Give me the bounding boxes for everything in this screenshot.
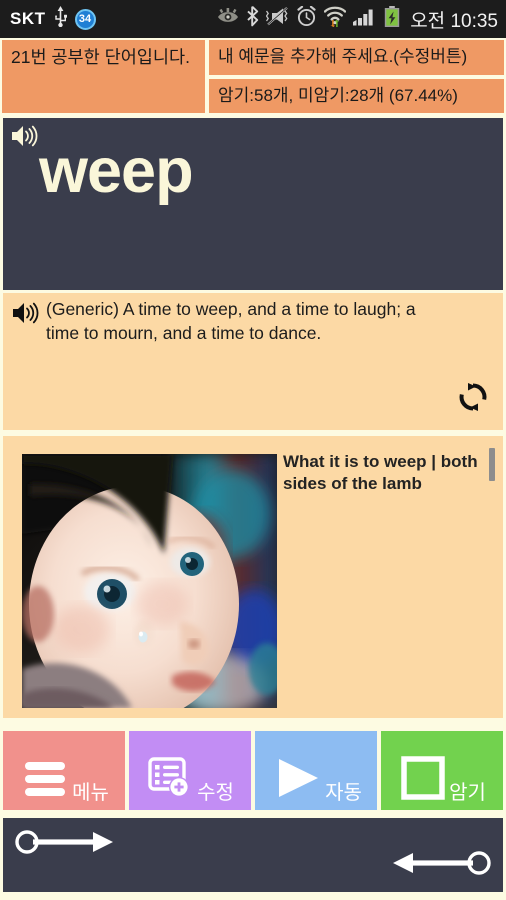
square-checkbox-icon <box>398 754 448 807</box>
example-sentence-text: (Generic) A time to weep, and a time to … <box>46 299 416 343</box>
battery-charging-icon <box>384 6 400 32</box>
study-count-label: 21번 공부한 단어입니다. <box>11 47 190 67</box>
auto-play-button[interactable]: 자동 <box>255 731 377 810</box>
sentence-speaker-icon[interactable] <box>12 301 39 330</box>
study-count-banner[interactable]: 21번 공부한 단어입니다. <box>2 40 205 113</box>
add-example-banner[interactable]: 내 예문을 추가해 주세요.(수정버튼) <box>209 40 504 75</box>
memorize-stats-banner[interactable]: 암기:58개, 미암기:28개 (67.44%) <box>209 78 504 113</box>
status-bar-left: SKT 34 <box>10 6 96 32</box>
alarm-clock-icon <box>296 5 317 32</box>
refresh-icon[interactable] <box>456 380 490 419</box>
auto-play-button-label: 자동 <box>325 782 362 804</box>
article-scrollbar-thumb[interactable] <box>489 448 495 481</box>
bluetooth-icon <box>246 5 259 32</box>
related-article-card[interactable]: What it is to weep | both sides of the l… <box>3 436 503 718</box>
notification-count-badge: 34 <box>74 8 96 30</box>
wifi-transfer-icon <box>324 6 347 32</box>
example-sentence-panel: (Generic) A time to weep, and a time to … <box>3 293 503 430</box>
action-button-row: 메뉴 수정 자동 암기 <box>3 731 503 810</box>
header-banner-area: 21번 공부한 단어입니다. 내 예문을 추가해 주세요.(수정버튼) 암기:5… <box>0 38 506 115</box>
play-icon <box>270 754 324 807</box>
hamburger-menu-icon <box>19 754 71 807</box>
cellular-signal-icon <box>353 7 377 31</box>
vibrate-mute-icon <box>265 7 289 31</box>
edit-button[interactable]: 수정 <box>129 731 251 810</box>
swipe-right-arrow-icon[interactable] <box>13 827 118 862</box>
article-scrollbar-track[interactable] <box>489 442 499 712</box>
article-title: What it is to weep | both sides of the l… <box>283 452 478 494</box>
edit-button-label: 수정 <box>197 782 234 804</box>
eye-care-icon <box>217 8 239 30</box>
add-example-label: 내 예문을 추가해 주세요.(수정버튼) <box>218 47 468 67</box>
vocabulary-word: weep <box>39 136 194 206</box>
status-bar-right: 오전 10:35 <box>217 5 498 33</box>
carrier-label: SKT <box>10 9 46 28</box>
edit-list-add-icon <box>146 754 196 807</box>
usb-icon <box>53 6 68 32</box>
status-clock: 오전 10:35 <box>410 10 498 32</box>
swipe-left-arrow-icon[interactable] <box>388 848 493 883</box>
memorize-button[interactable]: 암기 <box>381 731 503 810</box>
word-speaker-icon[interactable] <box>11 124 38 153</box>
menu-button-label: 메뉴 <box>72 782 109 804</box>
memorize-button-label: 암기 <box>449 782 486 804</box>
word-panel[interactable]: weep <box>3 118 503 290</box>
menu-button[interactable]: 메뉴 <box>3 731 125 810</box>
header-right-column: 내 예문을 추가해 주세요.(수정버튼) 암기:58개, 미암기:28개 (67… <box>209 40 504 113</box>
memorize-stats-label: 암기:58개, 미암기:28개 (67.44%) <box>218 85 458 105</box>
app-root: SKT 34 오전 10:35 21번 공부한 단어입니다. 내 예문을 추가해… <box>0 0 506 900</box>
article-thumbnail[interactable] <box>22 454 277 708</box>
gesture-navigation-bar <box>3 818 503 892</box>
status-bar: SKT 34 오전 10:35 <box>0 0 506 38</box>
